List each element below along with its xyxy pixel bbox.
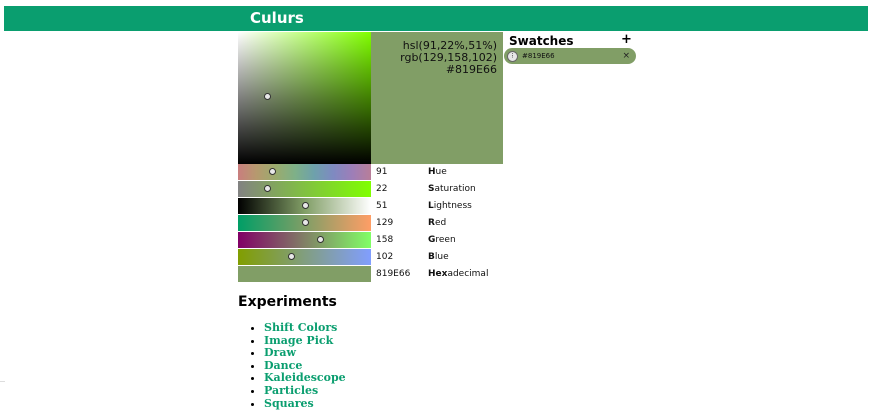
green-slider[interactable] [238,232,371,248]
preview-hex: #819E66 [445,63,497,76]
lightness-label: Lightness [428,201,472,211]
red-label: Red [428,218,447,228]
green-label: Green [428,235,456,245]
experiment-link-image-pick[interactable]: Image Pick [264,334,333,347]
experiment-link-particles[interactable]: Particles [264,384,318,397]
saturation-slider[interactable] [238,181,371,197]
experiments-title: Experiments [238,294,337,310]
hue-value[interactable]: 91 [376,164,387,180]
remove-swatch-button[interactable]: × [622,48,630,64]
drag-handle-icon[interactable]: ⁝ [507,51,518,62]
blue-value[interactable]: 102 [376,249,393,265]
hex-label: Hexadecimal [428,269,489,279]
saturation-lightness-picker[interactable] [238,32,371,164]
list-item: Squares [264,397,346,410]
experiment-link-kaleidescope[interactable]: Kaleidescope [264,371,346,385]
swatch-hex: #819E66 [522,52,555,60]
app-title: Culurs [250,9,304,27]
green-value[interactable]: 158 [376,232,393,248]
saturation-label: Saturation [428,184,476,194]
blue-label: Blue [428,252,449,262]
picker-handle[interactable] [264,93,271,100]
color-preview: hsl(91,22%,51%) rgb(129,158,102) #819E66 [371,32,503,164]
blue-slider-handle[interactable] [288,253,295,260]
red-slider-handle[interactable] [302,219,309,226]
hex-swatch-bar [238,266,371,282]
experiment-link-dance[interactable]: Dance [264,359,302,372]
hex-value[interactable]: 819E66 [376,266,410,282]
experiment-link-shift-colors[interactable]: Shift Colors [264,321,337,334]
saturation-value[interactable]: 22 [376,181,387,197]
red-value[interactable]: 129 [376,215,393,231]
green-slider-handle[interactable] [317,236,324,243]
header-bar: Culurs [4,6,868,31]
lightness-slider[interactable] [238,198,371,214]
saturation-slider-handle[interactable] [264,185,271,192]
experiment-link-draw[interactable]: Draw [264,346,296,359]
hue-slider[interactable] [238,164,371,180]
lightness-slider-handle[interactable] [302,202,309,209]
add-swatch-button[interactable]: + [621,32,632,47]
experiment-link-squares[interactable]: Squares [264,397,314,410]
divider [0,381,5,382]
hue-slider-handle[interactable] [269,168,276,175]
red-slider[interactable] [238,215,371,231]
blue-slider[interactable] [238,249,371,265]
lightness-value[interactable]: 51 [376,198,387,214]
hue-label: Hue [428,167,447,177]
experiments-list: Shift Colors Image Pick Draw Dance Kalei… [246,321,346,410]
swatch-item[interactable]: ⁝ #819E66 × [504,48,636,64]
swatches-title: Swatches [509,34,574,48]
